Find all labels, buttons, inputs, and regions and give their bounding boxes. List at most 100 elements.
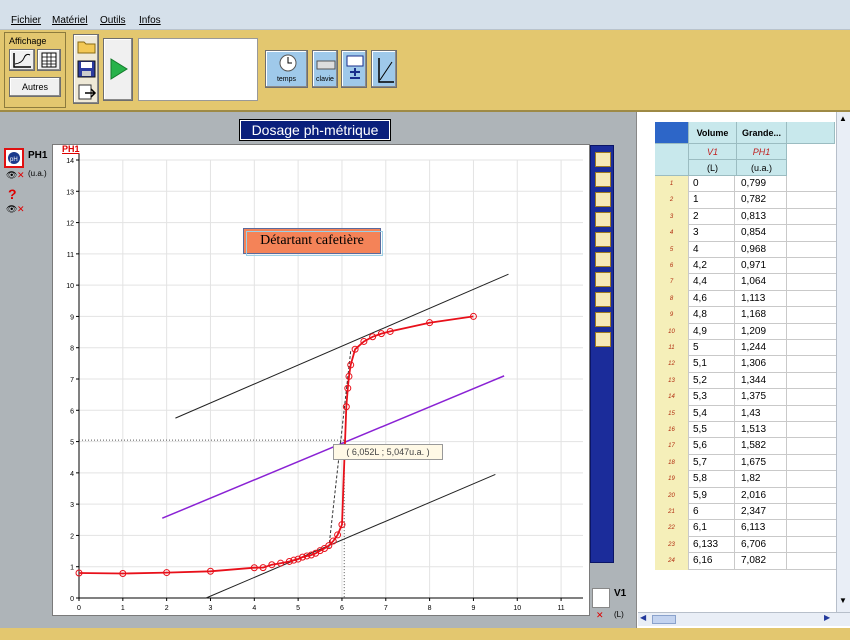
chart-annotation[interactable]: Détartant cafetière: [243, 228, 383, 256]
table-row[interactable]: 14 5,3 1,375: [655, 389, 837, 406]
close-icon-2[interactable]: ✕: [17, 204, 25, 215]
table-row[interactable]: 11 5 1,244: [655, 340, 837, 357]
cell-ph[interactable]: 1,168: [737, 307, 787, 323]
cell-volume[interactable]: 4,8: [689, 307, 735, 323]
tool-text-icon[interactable]: [595, 252, 611, 267]
table-row[interactable]: 18 5,7 1,675: [655, 454, 837, 472]
scroll-down-icon[interactable]: ▼: [839, 596, 847, 605]
table-row[interactable]: 6 4,2 0,971: [655, 258, 837, 275]
export-icon[interactable]: [77, 84, 97, 100]
table-horizontal-scrollbar[interactable]: ◀ ▶: [638, 612, 850, 626]
table-row[interactable]: 4 3 0,854: [655, 225, 837, 242]
cell-volume[interactable]: 5,9: [689, 487, 735, 503]
cell-ph[interactable]: 1,43: [737, 405, 787, 421]
table-row[interactable]: 8 4,6 1,113: [655, 290, 837, 308]
tool-grid-icon[interactable]: [595, 272, 611, 287]
cell-ph[interactable]: 2,347: [737, 504, 787, 520]
cell-volume[interactable]: 4,2: [689, 258, 735, 274]
col-volume-header[interactable]: Volume: [689, 122, 737, 144]
table-row[interactable]: 17 5,6 1,582: [655, 438, 837, 455]
cell-volume[interactable]: 6,133: [689, 536, 735, 553]
table-row[interactable]: 2 1 0,782: [655, 192, 837, 209]
graph-title[interactable]: Dosage ph-métrique: [239, 119, 391, 141]
table-row[interactable]: 23 6,133 6,706: [655, 536, 837, 554]
cell-ph[interactable]: 1,513: [737, 422, 787, 438]
close-icon-3[interactable]: ✕: [596, 610, 604, 621]
table-corner[interactable]: [655, 122, 689, 144]
temps-button[interactable]: temps: [265, 50, 308, 88]
table-view-button[interactable]: [37, 49, 61, 71]
cell-volume[interactable]: 5,4: [689, 405, 735, 421]
cell-volume[interactable]: 4,6: [689, 290, 735, 307]
tool-zoom-icon[interactable]: [595, 312, 611, 327]
cell-volume[interactable]: 1: [689, 192, 735, 208]
tangent-line[interactable]: [205, 473, 496, 599]
cell-ph[interactable]: 0,971: [737, 258, 787, 274]
tool-cursor-icon[interactable]: [595, 152, 611, 167]
table-row[interactable]: 3 2 0,813: [655, 208, 837, 226]
table-row[interactable]: 13 5,2 1,344: [655, 372, 837, 390]
volume-sensor-icon[interactable]: [592, 588, 610, 608]
cell-ph[interactable]: 1,82: [737, 471, 787, 487]
help-question-icon[interactable]: ?: [8, 186, 17, 202]
table-row[interactable]: 19 5,8 1,82: [655, 471, 837, 488]
cell-volume[interactable]: 6,1: [689, 520, 735, 536]
cell-ph[interactable]: 0,968: [737, 241, 787, 257]
cell-ph[interactable]: 1,064: [737, 274, 787, 290]
axes-button[interactable]: [371, 50, 397, 88]
cell-volume[interactable]: 5,8: [689, 471, 735, 487]
cell-ph[interactable]: 1,113: [737, 290, 787, 307]
scroll-up-icon[interactable]: ▲: [839, 114, 847, 123]
scroll-thumb[interactable]: [652, 615, 676, 624]
cell-ph[interactable]: 6,706: [737, 536, 787, 553]
clavier-button[interactable]: clavie: [312, 50, 338, 88]
cell-volume[interactable]: 5,7: [689, 454, 735, 471]
plot-area[interactable]: 0 1 2 3 4 5 6 7 8 9 10 11 0 1 2 3 4 5 6 7 8 9 10 11 12 13 14: [52, 144, 590, 616]
table-row[interactable]: 12 5,1 1,306: [655, 356, 837, 373]
eye-icon[interactable]: 👁: [6, 170, 17, 181]
table-vertical-scrollbar[interactable]: ▲ ▼: [836, 112, 850, 612]
cell-ph[interactable]: 1,582: [737, 438, 787, 454]
table-row[interactable]: 10 4,9 1,209: [655, 323, 837, 340]
cell-ph[interactable]: 0,799: [737, 176, 787, 192]
open-folder-icon[interactable]: [77, 38, 97, 54]
autres-button[interactable]: Autres: [9, 77, 61, 97]
table-row[interactable]: 1 0 0,799: [655, 176, 837, 193]
close-icon[interactable]: ✕: [17, 170, 25, 181]
menu-infos[interactable]: Infos: [139, 15, 161, 26]
table-row[interactable]: 5 4 0,968: [655, 241, 837, 258]
tool-fit-icon[interactable]: [595, 292, 611, 307]
cell-volume[interactable]: 3: [689, 225, 735, 241]
scroll-right-icon[interactable]: ▶: [824, 613, 830, 622]
cell-volume[interactable]: 0: [689, 176, 735, 192]
table-row[interactable]: 20 5,9 2,016: [655, 487, 837, 504]
menu-fichier[interactable]: Fichier: [11, 15, 41, 26]
cell-volume[interactable]: 6: [689, 504, 735, 520]
cell-volume[interactable]: 6,16: [689, 553, 735, 569]
cell-ph[interactable]: 1,306: [737, 356, 787, 372]
cell-ph[interactable]: 2,016: [737, 487, 787, 503]
table-row[interactable]: 21 6 2,347: [655, 504, 837, 521]
cell-volume[interactable]: 5,3: [689, 389, 735, 405]
cell-ph[interactable]: 0,813: [737, 208, 787, 225]
table-row[interactable]: 15 5,4 1,43: [655, 405, 837, 422]
table-row[interactable]: 24 6,16 7,082: [655, 553, 837, 570]
ph-sensor-icon[interactable]: pH: [4, 148, 24, 168]
cell-volume[interactable]: 4,4: [689, 274, 735, 290]
cell-volume[interactable]: 5,6: [689, 438, 735, 454]
menu-materiel[interactable]: Matériel: [52, 15, 88, 26]
curve-view-button[interactable]: [9, 49, 35, 71]
tool-curve-icon[interactable]: [595, 192, 611, 207]
cell-ph[interactable]: 7,082: [737, 553, 787, 569]
table-row[interactable]: 16 5,5 1,513: [655, 422, 837, 439]
cell-volume[interactable]: 5,5: [689, 422, 735, 438]
start-acquisition-button[interactable]: [103, 38, 133, 101]
cell-volume[interactable]: 5: [689, 340, 735, 356]
cell-ph[interactable]: 1,344: [737, 372, 787, 389]
tool-scale-icon[interactable]: [595, 332, 611, 347]
table-row[interactable]: 22 6,1 6,113: [655, 520, 837, 537]
ph-titration-chart[interactable]: 0 1 2 3 4 5 6 7 8 9 10 1101234567891011121314: [53, 145, 589, 615]
tool-tangent-icon[interactable]: [595, 172, 611, 187]
cell-ph[interactable]: 1,375: [737, 389, 787, 405]
cell-ph[interactable]: 1,244: [737, 340, 787, 356]
